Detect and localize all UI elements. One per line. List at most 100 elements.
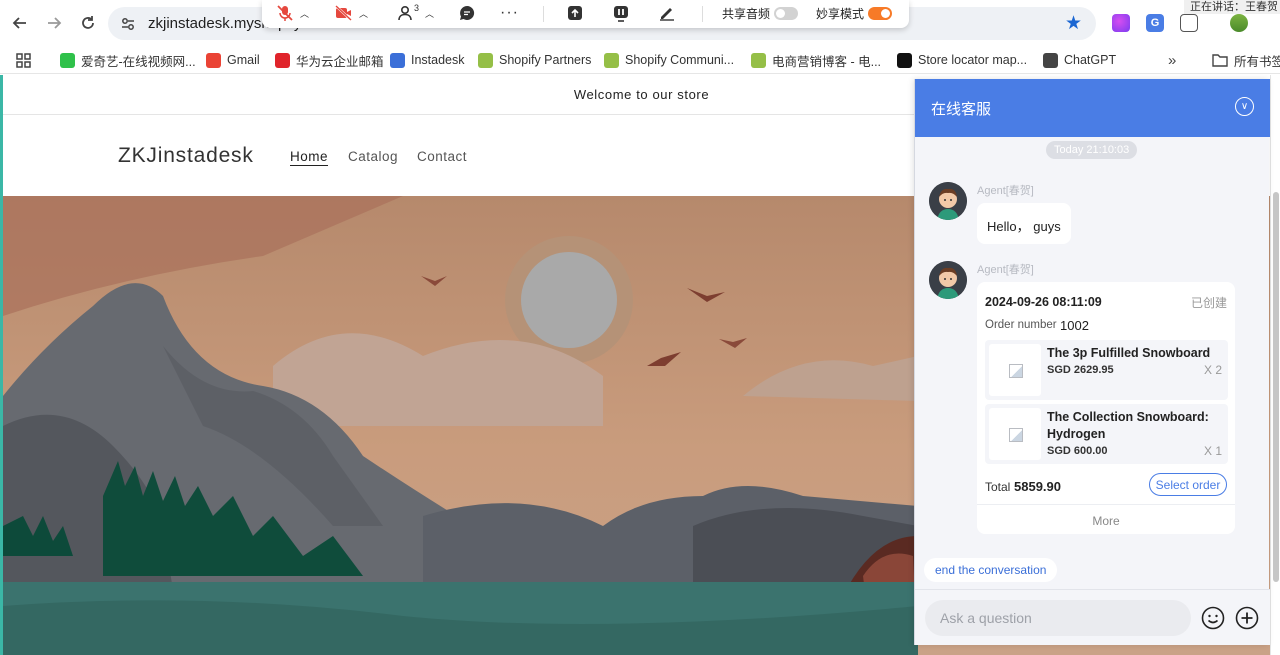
bookmark-item[interactable]: Instadesk <box>390 51 465 69</box>
iqiyi-icon <box>60 52 75 68</box>
bookmarks-bar: 爱奇艺-在线视频网... Gmail 华为云企业邮箱 Instadesk Shopify… <box>0 46 1280 74</box>
arrow-right-icon <box>48 17 62 29</box>
folder-icon <box>1212 54 1228 67</box>
bookmark-label: Shopify Communi... <box>625 53 735 67</box>
nav-contact[interactable]: Contact <box>417 149 467 164</box>
message-input[interactable] <box>925 600 1191 636</box>
bookmark-label: Shopify Partners <box>499 53 592 67</box>
product-name: The 3p Fulfilled Snowboard <box>1047 346 1211 360</box>
order-item: The Collection Snowboard: Hydrogen SGD 6… <box>985 404 1228 464</box>
bookmark-label: Store locator map... <box>918 53 1028 67</box>
chat-composer <box>915 589 1270 645</box>
product-name: The Collection Snowboard: Hydrogen <box>1047 410 1209 441</box>
more-options-icon[interactable]: ··· <box>500 3 519 23</box>
participant-count: 3 <box>414 3 420 13</box>
apps-grid-icon[interactable] <box>16 51 31 69</box>
profile-avatar[interactable] <box>1230 14 1248 32</box>
reload-button[interactable] <box>78 13 98 33</box>
bookmark-label: ChatGPT <box>1064 53 1117 67</box>
mic-off-icon <box>277 5 293 21</box>
product-quantity: X 2 <box>1203 363 1222 377</box>
pause-icon <box>614 6 628 22</box>
nav-catalog[interactable]: Catalog <box>348 149 398 164</box>
bookmark-label: 爱奇艺-在线视频网... <box>81 54 196 69</box>
pen-icon <box>660 8 674 21</box>
order-card: 2024-09-26 08:11:09 已创建 Order number 100… <box>977 282 1235 534</box>
bookmark-item[interactable]: Shopify Partners <box>478 51 591 69</box>
camera-off-icon <box>335 5 352 21</box>
end-conversation-button[interactable]: end the conversation <box>924 558 1058 582</box>
share-audio-switch[interactable] <box>774 6 799 20</box>
order-item: The 3p Fulfilled Snowboard SGD 2629.95 X… <box>985 340 1228 400</box>
bookmark-item[interactable]: ChatGPT <box>1043 51 1116 69</box>
order-total: 5859.90 <box>1014 479 1061 494</box>
extension-brain-icon[interactable] <box>1112 14 1130 32</box>
video-off-button[interactable]: ︿ <box>334 3 368 23</box>
attach-button[interactable] <box>1235 606 1259 630</box>
scrollbar-thumb[interactable] <box>1273 192 1279 582</box>
share-mode-switch[interactable] <box>868 6 893 20</box>
bookmark-item[interactable]: Gmail <box>206 51 260 69</box>
message-timestamp: Today 21:10:03 <box>1046 141 1138 159</box>
bookmark-item[interactable]: Store locator map... <box>897 51 1027 69</box>
order-date: 2024-09-26 08:11:09 <box>985 295 1102 309</box>
order-number-label: Order number <box>985 319 1057 331</box>
chevron-up-icon[interactable]: ︿ <box>425 7 434 20</box>
emoji-icon <box>1201 606 1225 630</box>
minimize-chat-button[interactable]: ∨ <box>1235 97 1254 116</box>
bookmark-label: 电商营销博客 - 电... <box>772 54 882 69</box>
greeting-message: Hello， guys <box>977 203 1071 244</box>
product-image <box>989 408 1041 460</box>
all-bookmarks-folder[interactable]: 所有书签 <box>1212 51 1280 69</box>
bookmark-item[interactable]: 电商营销博客 - 电... <box>751 51 881 69</box>
extensions-puzzle-icon[interactable] <box>1180 14 1198 32</box>
chat-header: 在线客服 ∨ <box>915 79 1270 137</box>
more-bookmarks-icon[interactable]: » <box>1168 51 1176 69</box>
plus-circle-icon <box>1235 606 1259 630</box>
pause-share-button[interactable] <box>612 3 630 23</box>
bookmark-star-icon[interactable]: ★ <box>1065 12 1082 35</box>
chat-bubble-icon <box>460 5 475 20</box>
share-screen-button[interactable] <box>566 3 584 23</box>
share-screen-icon <box>568 6 582 20</box>
bookmark-label: 华为云企业邮箱 <box>296 54 384 69</box>
agent-avatar <box>929 261 967 299</box>
mute-mic-button[interactable]: ︿ <box>276 3 309 23</box>
chat-button[interactable] <box>458 3 476 23</box>
site-settings-icon[interactable] <box>120 16 136 32</box>
huawei-icon <box>275 52 290 68</box>
page-scrollbar[interactable] <box>1270 75 1280 655</box>
bookmark-item[interactable]: 爱奇艺-在线视频网... <box>60 51 196 69</box>
bookmark-label: Gmail <box>227 53 260 67</box>
share-mode-toggle[interactable]: 妙享模式 <box>816 3 893 23</box>
nav-home[interactable]: Home <box>290 149 328 164</box>
speaking-indicator: 正在讲话：王春贺 <box>1184 0 1280 14</box>
store-logo[interactable]: ZKJinstadesk <box>118 144 254 168</box>
agent-name: Agent[春贺] <box>977 264 1034 276</box>
chat-title: 在线客服 <box>931 101 992 118</box>
select-order-button[interactable]: Select order <box>1149 473 1227 496</box>
all-bookmarks-label: 所有书签 <box>1234 54 1280 69</box>
chevron-up-icon[interactable]: ︿ <box>359 7 368 20</box>
share-audio-toggle[interactable]: 共享音频 <box>722 3 799 23</box>
translate-icon[interactable]: G <box>1146 14 1164 32</box>
back-button[interactable] <box>10 13 30 33</box>
chevron-up-icon[interactable]: ︿ <box>300 7 309 20</box>
forward-button[interactable] <box>44 13 64 33</box>
product-price: SGD 2629.95 <box>1047 364 1114 376</box>
store-locator-icon <box>897 52 912 68</box>
emoji-button[interactable] <box>1201 606 1225 630</box>
divider <box>977 504 1235 505</box>
participants-button[interactable]: 3 ︿ <box>396 3 434 23</box>
bookmark-item[interactable]: Shopify Communi... <box>604 51 734 69</box>
bookmark-item[interactable]: 华为云企业邮箱 <box>275 51 384 69</box>
product-price: SGD 600.00 <box>1047 445 1108 457</box>
meeting-toolbar: ︿ ︿ 3 ︿ ··· 共享音频 妙享模式 <box>262 0 909 28</box>
more-button[interactable]: More <box>977 514 1235 528</box>
chatgpt-icon <box>1043 52 1058 68</box>
annotate-button[interactable] <box>658 3 676 23</box>
chat-widget: 在线客服 ∨ Today 21:10:03 Agent[春贺] Hello， g… <box>914 79 1270 645</box>
shopify-icon <box>604 52 619 68</box>
shopify-icon <box>751 52 766 68</box>
product-quantity: X 1 <box>1203 444 1222 458</box>
